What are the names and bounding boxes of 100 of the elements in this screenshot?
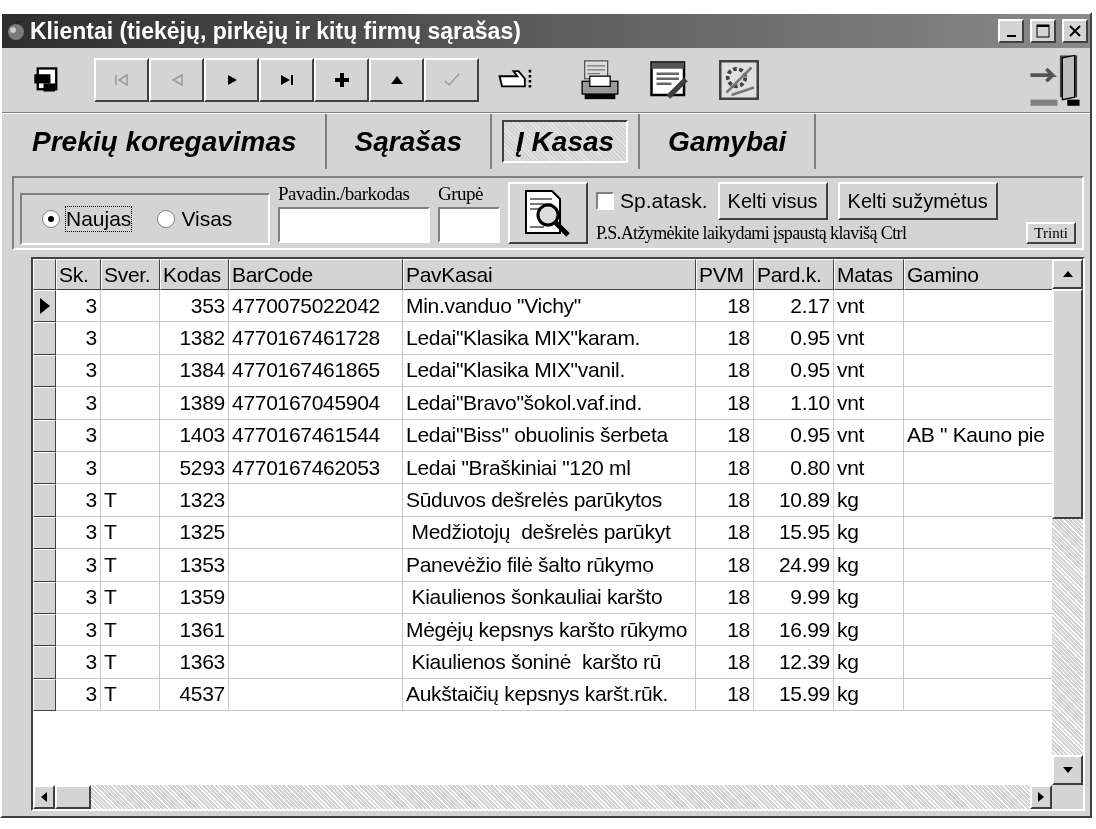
table-cell: kg xyxy=(834,516,904,550)
table-cell: 1359 xyxy=(160,581,229,614)
search-button[interactable] xyxy=(508,182,588,244)
table-cell: 4770167461544 xyxy=(229,419,403,452)
maximize-button[interactable] xyxy=(1030,19,1056,43)
load-button[interactable]: Kelti visus xyxy=(717,182,828,220)
last-record-button[interactable] xyxy=(259,58,314,102)
table-cell: 16.99 xyxy=(754,613,834,647)
tab[interactable]: Prekių koregavimas xyxy=(4,114,327,169)
scroll-down-button[interactable] xyxy=(1052,755,1083,785)
row-selector[interactable] xyxy=(33,613,56,647)
table-cell: 24.99 xyxy=(754,549,834,582)
exit-door-icon[interactable] xyxy=(1028,53,1082,107)
row-selector[interactable] xyxy=(33,387,56,420)
table-cell: 1403 xyxy=(160,419,229,452)
table-cell: 1361 xyxy=(160,613,229,647)
row-selector[interactable] xyxy=(33,678,56,712)
table-cell: 18 xyxy=(696,516,754,550)
column-header[interactable]: Matas xyxy=(834,259,904,290)
table-cell: 0.95 xyxy=(754,322,834,355)
first-record-icon xyxy=(113,73,130,87)
group-field[interactable] xyxy=(438,207,500,243)
column-header[interactable]: PVM xyxy=(696,259,754,290)
table-cell: T xyxy=(101,549,160,582)
row-selector[interactable] xyxy=(33,451,56,485)
column-header[interactable]: Sk. xyxy=(56,259,101,290)
row-selector[interactable] xyxy=(33,581,56,614)
minimize-button[interactable] xyxy=(998,19,1024,43)
row-selector[interactable] xyxy=(33,549,56,582)
radio-button[interactable]: Naujas xyxy=(42,207,132,231)
close-button[interactable] xyxy=(1062,19,1088,43)
add-record-button[interactable] xyxy=(314,58,369,102)
table-cell: Kiaulienos šoninė karšto rū xyxy=(403,646,696,679)
name-barcode-field[interactable] xyxy=(278,207,430,243)
tab[interactable]: Sąrašas xyxy=(326,114,493,169)
table-cell: 18 xyxy=(696,646,754,679)
table-cell: 18 xyxy=(696,581,754,614)
horizontal-scrollbar[interactable] xyxy=(33,785,1052,809)
table-cell: 3 xyxy=(56,516,101,550)
next-record-button[interactable] xyxy=(204,58,259,102)
table-cell: 1353 xyxy=(160,549,229,582)
table-cell xyxy=(101,419,160,452)
apple-icon xyxy=(6,21,26,41)
tab[interactable]: Gamybai xyxy=(640,114,817,169)
delete-button[interactable]: Trinti xyxy=(1026,222,1076,244)
table-cell: Ledai"Klasika MIX"karam. xyxy=(403,322,696,355)
table-cell: 1.10 xyxy=(754,387,834,420)
column-header[interactable]: Pard.k. xyxy=(754,259,834,290)
form-edit-icon[interactable] xyxy=(649,60,689,100)
scroll-left-button[interactable] xyxy=(33,785,55,809)
table-cell: vnt xyxy=(834,354,904,388)
table-cell: 18 xyxy=(696,419,754,452)
column-header[interactable]: BarCode xyxy=(229,259,403,290)
table-cell: vnt xyxy=(834,451,904,485)
table-cell: 3 xyxy=(56,322,101,355)
column-header[interactable]: Kodas xyxy=(160,259,229,290)
row-selector[interactable] xyxy=(33,516,56,550)
table-cell xyxy=(101,387,160,420)
table-cell: 3 xyxy=(56,678,101,712)
maximize-icon xyxy=(1036,24,1050,38)
move-up-button[interactable] xyxy=(369,58,424,102)
table-cell: vnt xyxy=(834,290,904,323)
table-cell: 9.99 xyxy=(754,581,834,614)
column-header[interactable]: PavKasai xyxy=(403,259,696,290)
tab[interactable]: Į Kasas xyxy=(502,120,629,163)
radio-button[interactable]: Visas xyxy=(157,207,233,231)
table-cell: 353 xyxy=(160,290,229,323)
row-selector[interactable] xyxy=(33,322,56,355)
table-cell: 3 xyxy=(56,419,101,452)
right-arrow-icon xyxy=(1037,791,1045,803)
table-cell: Ledai"Klasika MIX"vanil. xyxy=(403,354,696,388)
table-cell: 18 xyxy=(696,322,754,355)
row-selector[interactable] xyxy=(33,354,56,388)
scroll-thumb[interactable] xyxy=(55,785,91,809)
table-cell: 18 xyxy=(696,451,754,485)
vertical-scrollbar[interactable] xyxy=(1052,259,1083,785)
table-cell: 4770075022042 xyxy=(229,290,403,323)
table-cell: 1382 xyxy=(160,322,229,355)
field-label: Grupė xyxy=(438,183,484,205)
column-header[interactable]: Sver. xyxy=(101,259,160,290)
table-cell: 2.17 xyxy=(754,290,834,323)
table-cell: 4537 xyxy=(160,678,229,712)
row-selector[interactable] xyxy=(33,484,56,517)
table-cell: 3 xyxy=(56,646,101,679)
row-selector[interactable] xyxy=(33,646,56,679)
row-selector[interactable] xyxy=(33,290,56,323)
scroll-thumb[interactable] xyxy=(1052,289,1083,519)
report-checkbox[interactable]: Sp.atask. xyxy=(596,189,708,213)
table-cell: 1325 xyxy=(160,516,229,550)
column-header[interactable]: Gamino xyxy=(904,259,1052,290)
table-cell: 1363 xyxy=(160,646,229,679)
scroll-up-button[interactable] xyxy=(1052,259,1083,289)
confirm-icon xyxy=(442,72,461,88)
row-selector[interactable] xyxy=(33,419,56,452)
current-row-icon xyxy=(38,297,51,316)
scroll-right-button[interactable] xyxy=(1030,785,1052,809)
load-button[interactable]: Kelti sužymėtus xyxy=(837,182,998,220)
table-cell: T xyxy=(101,484,160,517)
table-cell: 18 xyxy=(696,387,754,420)
table-cell: Panevėžio filė šalto rūkymo xyxy=(403,549,696,582)
